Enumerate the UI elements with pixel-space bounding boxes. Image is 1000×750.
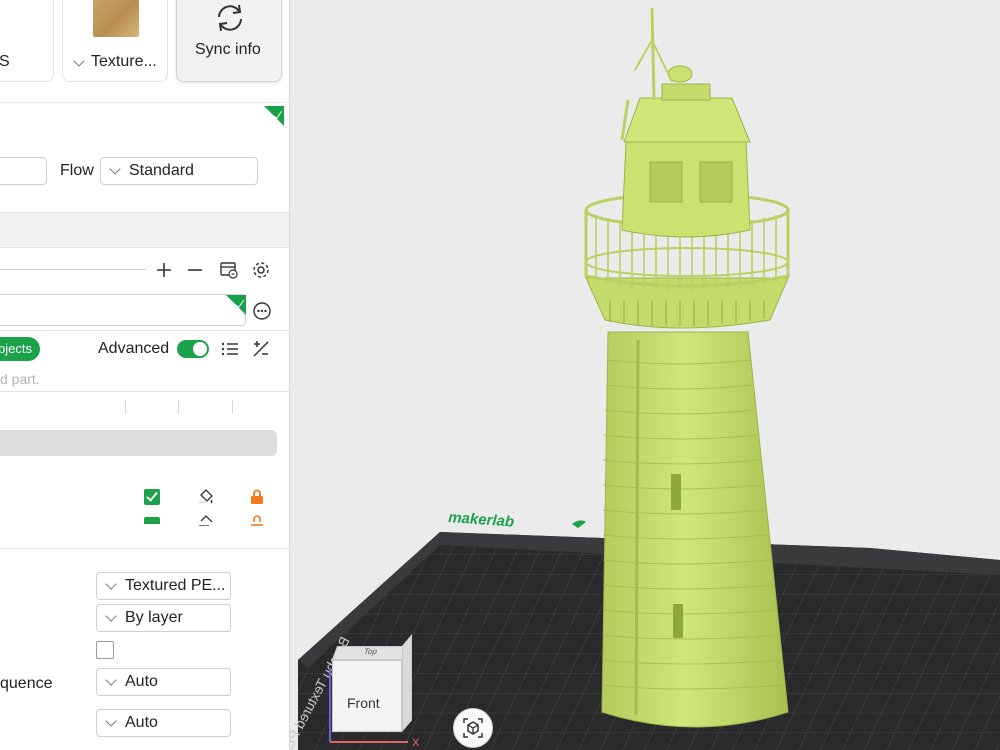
view-cube-top-label: Top <box>362 647 379 656</box>
plate-row-selected[interactable] <box>0 430 277 456</box>
plate-toolbar <box>0 252 289 288</box>
spiral-checkbox[interactable] <box>96 641 114 659</box>
chevron-down-icon <box>109 163 121 175</box>
other-layers-sequence-value: Auto <box>125 714 158 731</box>
sync-info-label: Sync info <box>195 41 261 58</box>
left-panel: S Texture... Sync info Flow Standard jec… <box>0 0 290 750</box>
advanced-label: Advanced <box>98 340 170 357</box>
object-list-header <box>0 396 289 418</box>
paint-bucket-icon[interactable] <box>196 488 216 506</box>
print-sequence-select[interactable]: By layer <box>96 604 231 632</box>
modified-corner-icon <box>264 106 284 126</box>
sync-icon <box>218 4 242 32</box>
first-layer-sequence-value: Auto <box>125 673 158 690</box>
view-cube-front-label: Front <box>347 695 380 711</box>
view-cube-top-face[interactable]: Top <box>332 646 408 660</box>
column-divider <box>178 400 179 414</box>
bed-brand-logo: makerlab <box>448 509 515 531</box>
objects-tab-label: Objects <box>0 341 32 356</box>
chevron-down-icon <box>105 610 117 622</box>
divider <box>0 548 289 549</box>
plate-texture-tile[interactable]: Texture... <box>62 0 168 82</box>
lock-icon[interactable] <box>248 487 266 507</box>
divider <box>0 269 146 270</box>
object-search-row[interactable]: d part. <box>0 366 289 392</box>
chevron-down-icon <box>105 715 117 727</box>
remove-plate-icon[interactable] <box>185 260 205 280</box>
lock-icon[interactable] <box>248 514 266 526</box>
other-layers-sequence-select[interactable]: Auto <box>96 709 231 737</box>
object-visible-checkbox[interactable] <box>144 517 160 524</box>
filament-tile-label: S <box>0 53 10 70</box>
3d-viewport[interactable]: makerlab Bambu Textured PEI <box>290 0 1000 750</box>
flow-select-value: Standard <box>129 162 194 179</box>
plate-thumbnail <box>93 0 139 37</box>
objects-tab[interactable]: Objects <box>0 337 40 361</box>
more-icon[interactable] <box>251 300 273 322</box>
chevron-down-icon <box>73 55 85 67</box>
object-visible-checkbox[interactable] <box>144 489 160 505</box>
column-divider <box>125 400 126 414</box>
bed-brand-mark <box>572 520 586 528</box>
process-header-bar <box>0 212 289 248</box>
first-layer-sequence-select[interactable]: Auto <box>96 668 231 696</box>
list-icon[interactable] <box>219 338 241 360</box>
objects-toolbar: Objects Advanced <box>0 330 289 366</box>
advanced-toggle[interactable] <box>177 340 209 358</box>
print-sequence-value: By layer <box>125 609 183 626</box>
plate-calendar-icon[interactable] <box>218 259 240 281</box>
sequence-label: quence <box>0 675 53 692</box>
view-cube-right-face[interactable] <box>402 634 412 732</box>
flow-select[interactable]: Standard <box>100 157 258 185</box>
view-cube-front-face[interactable]: Front <box>332 660 402 732</box>
flow-label: Flow <box>60 162 94 179</box>
cube-view-icon <box>463 718 483 738</box>
sync-info-button[interactable]: Sync info <box>176 0 282 82</box>
column-divider <box>232 400 233 414</box>
fit-view-button[interactable] <box>453 708 493 748</box>
scene-canvas[interactable]: makerlab Bambu Textured PEI <box>290 0 1000 750</box>
plate-type-select[interactable]: Textured PE... <box>96 572 231 600</box>
lighthouse-model[interactable] <box>584 7 790 728</box>
object-search-placeholder: d part. <box>0 371 40 387</box>
plate-texture-label: Texture... <box>91 53 157 70</box>
add-plate-icon[interactable] <box>154 260 174 280</box>
chevron-down-icon <box>105 578 117 590</box>
paint-bucket-icon[interactable] <box>196 514 216 526</box>
view-cube[interactable]: Front Top <box>332 634 412 736</box>
filament-tile[interactable]: S <box>0 0 54 82</box>
axis-x-label: X <box>412 737 420 749</box>
gear-icon[interactable] <box>250 259 272 281</box>
chevron-down-icon <box>105 674 117 686</box>
modified-corner-icon <box>226 295 246 315</box>
layer-height-field[interactable] <box>0 157 47 185</box>
plate-type-value: Textured PE... <box>125 577 226 594</box>
process-select[interactable] <box>0 294 246 326</box>
auto-settings-icon[interactable] <box>250 338 272 360</box>
print-settings-section: Flow Standard <box>0 102 289 210</box>
